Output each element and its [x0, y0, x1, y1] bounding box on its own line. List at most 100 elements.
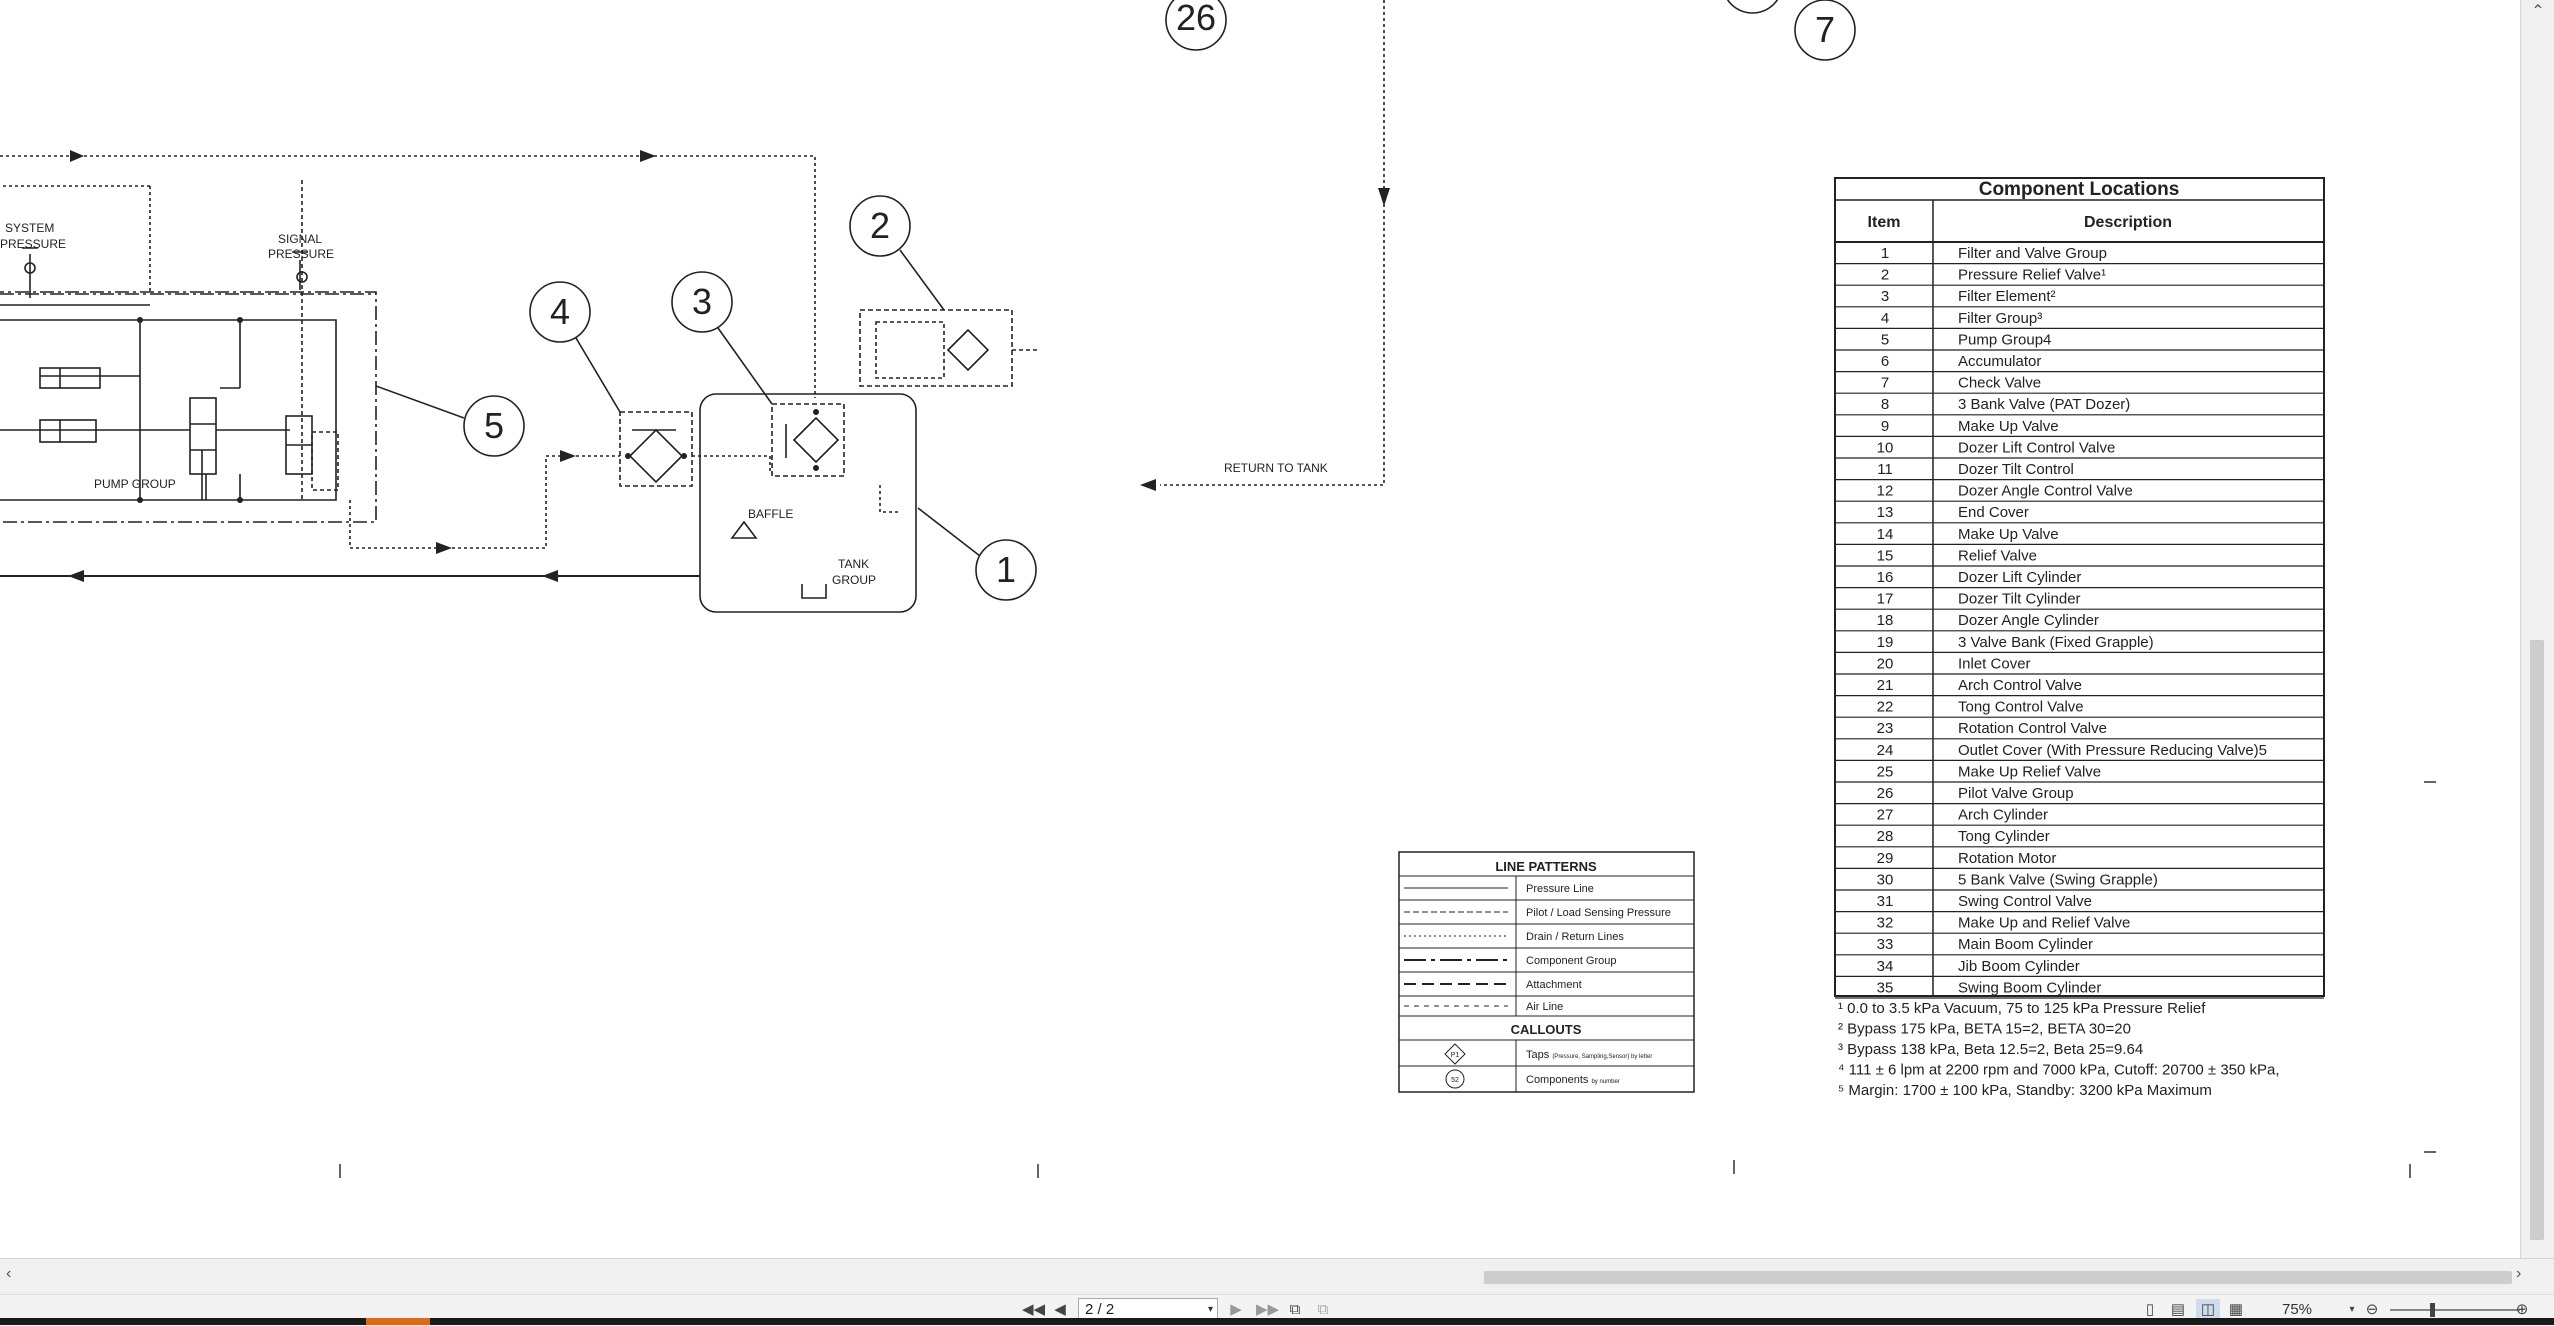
callout-7: 7: [1815, 9, 1835, 50]
table-cell-item: 14: [1877, 526, 1894, 543]
table-cell-description: Make Up and Relief Valve: [1958, 915, 2130, 932]
legend-components-note: by number: [1591, 1079, 1619, 1085]
table-cell-description: Arch Control Valve: [1958, 677, 2082, 694]
table-cell-description: Filter Element²: [1958, 288, 2056, 305]
table-cell-description: Dozer Tilt Cylinder: [1958, 591, 2081, 608]
legend-pilot-line: Pilot / Load Sensing Pressure: [1526, 907, 1671, 919]
table-cell-description: Make Up Valve: [1958, 526, 2059, 543]
drain-line-top: [0, 155, 816, 398]
callout-26: 26: [1176, 0, 1216, 38]
scroll-up-icon[interactable]: ⌃: [2521, 0, 2554, 24]
callout-2: 2: [870, 205, 890, 246]
signal-pressure-label-1: SIGNAL: [278, 232, 322, 246]
horizontal-scroll-thumb[interactable]: [1484, 1271, 2512, 1284]
legend-pressure-line: Pressure Line: [1526, 883, 1594, 895]
table-cell-item: 32: [1877, 915, 1894, 932]
document-canvas: 26 7 1 2 3 4 5 SYSTEM PRESSURE SIGNAL PR…: [0, 0, 2520, 1258]
callout-4: 4: [550, 291, 570, 332]
table-cell-description: Tong Cylinder: [1958, 828, 2050, 845]
table-cell-description: Dozer Lift Cylinder: [1958, 569, 2081, 586]
callout-1: 1: [996, 549, 1016, 590]
scroll-right-icon[interactable]: ›: [2516, 1265, 2521, 1283]
table-cell-description: End Cover: [1958, 504, 2029, 521]
table-cell-item: 5: [1881, 331, 1889, 348]
table-cell-description: Rotation Control Valve: [1958, 720, 2107, 737]
table-cell-item: 1: [1881, 245, 1889, 262]
table-cell-description: Swing Boom Cylinder: [1958, 979, 2101, 996]
legend-component-group: Component Group: [1526, 955, 1617, 967]
table-cell-item: 21: [1877, 677, 1894, 694]
table-cell-item: 34: [1877, 958, 1894, 975]
table-cell-description: Dozer Lift Control Valve: [1958, 439, 2115, 456]
vertical-scroll-thumb[interactable]: [2530, 640, 2544, 1240]
callout-3: 3: [692, 281, 712, 322]
page-number-field[interactable]: 2 / 2 ▾: [1078, 1298, 1218, 1320]
component-table-title: Component Locations: [1979, 179, 2180, 200]
tank-group-label-1: TANK: [838, 557, 869, 571]
legend-drain-line: Drain / Return Lines: [1526, 931, 1624, 943]
filter-group-box: [619, 411, 693, 487]
table-cell-description: Pressure Relief Valve¹: [1958, 267, 2106, 284]
table-cell-item: 17: [1877, 591, 1894, 608]
table-cell-item: 19: [1877, 634, 1894, 651]
zoom-slider-handle[interactable]: [2430, 1303, 2435, 1317]
legend-taps: Taps: [1526, 1049, 1550, 1061]
system-pressure-label-1: SYSTEM: [5, 221, 54, 235]
baffle-label: BAFFLE: [748, 507, 793, 521]
header-description: Description: [2084, 214, 2172, 231]
table-footnote: ³ Bypass 138 kPa, Beta 12.5=2, Beta 25=9…: [1838, 1041, 2143, 1058]
legend-attachment: Attachment: [1526, 979, 1582, 991]
table-cell-description: Rotation Motor: [1958, 850, 2056, 867]
tap-symbol-text: P1: [1451, 1052, 1460, 1059]
table-cell-description: Pilot Valve Group: [1958, 785, 2074, 802]
table-cell-description: Accumulator: [1958, 353, 2041, 370]
table-cell-description: Tong Control Valve: [1958, 699, 2084, 716]
table-cell-item: 23: [1877, 720, 1894, 737]
table-cell-item: 10: [1877, 439, 1894, 456]
legend-title: LINE PATTERNS: [1495, 859, 1597, 874]
component-locations-table: Component Locations Item Description 1 Fi…: [1834, 177, 2325, 999]
table-cell-description: Dozer Angle Control Valve: [1958, 483, 2133, 500]
table-cell-item: 9: [1881, 418, 1889, 435]
table-cell-item: 25: [1877, 763, 1894, 780]
table-cell-item: 20: [1877, 655, 1894, 672]
callouts-title: CALLOUTS: [1511, 1022, 1582, 1037]
vertical-scrollbar[interactable]: ⌃: [2520, 0, 2554, 1258]
return-to-tank-label: RETURN TO TANK: [1224, 461, 1328, 475]
zoom-slider[interactable]: [2390, 1309, 2520, 1311]
table-cell-item: 18: [1877, 612, 1894, 629]
table-cell-item: 26: [1877, 785, 1894, 802]
table-cell-item: 11: [1877, 461, 1893, 478]
table-cell-description: Swing Control Valve: [1958, 893, 2092, 910]
header-item: Item: [1868, 214, 1901, 231]
table-cell-item: 30: [1877, 871, 1894, 888]
return-to-tank-line: [1160, 0, 1385, 486]
table-cell-item: 28: [1877, 828, 1894, 845]
page-indicator: 2 / 2: [1085, 1301, 1115, 1318]
table-cell-description: 3 Bank Valve (PAT Dozer): [1958, 396, 2130, 413]
table-cell-description: Make Up Valve: [1958, 418, 2059, 435]
taskbar-active-app[interactable]: [366, 1318, 430, 1325]
table-cell-description: Main Boom Cylinder: [1958, 936, 2093, 953]
table-cell-description: Filter Group³: [1958, 310, 2042, 327]
table-footnote: ⁴ 111 ± 6 lpm at 2200 rpm and 7000 kPa, …: [1838, 1062, 2280, 1079]
table-cell-item: 7: [1881, 375, 1889, 392]
pump-group-label: PUMP GROUP: [94, 477, 176, 491]
table-cell-item: 2: [1881, 267, 1889, 284]
table-cell-description: 5 Bank Valve (Swing Grapple): [1958, 871, 2158, 888]
table-cell-description: Check Valve: [1958, 375, 2041, 392]
table-cell-item: 31: [1877, 893, 1894, 910]
table-cell-description: Jib Boom Cylinder: [1958, 958, 2080, 975]
scroll-left-icon[interactable]: ‹: [6, 1265, 11, 1283]
table-cell-item: 27: [1877, 807, 1894, 824]
table-cell-item: 3: [1881, 288, 1889, 305]
table-cell-description: Filter and Valve Group: [1958, 245, 2107, 262]
callout-circle-partial: [1726, 0, 1779, 14]
callout-5: 5: [484, 405, 504, 446]
table-cell-item: 29: [1877, 850, 1894, 867]
tank-group-label-2: GROUP: [832, 573, 876, 587]
table-footnote: ² Bypass 175 kPa, BETA 15=2, BETA 30=20: [1838, 1021, 2131, 1038]
horizontal-scrollbar[interactable]: ‹ ›: [0, 1258, 2554, 1295]
legend-air-line: Air Line: [1526, 1001, 1563, 1013]
table-cell-item: 35: [1877, 979, 1894, 996]
